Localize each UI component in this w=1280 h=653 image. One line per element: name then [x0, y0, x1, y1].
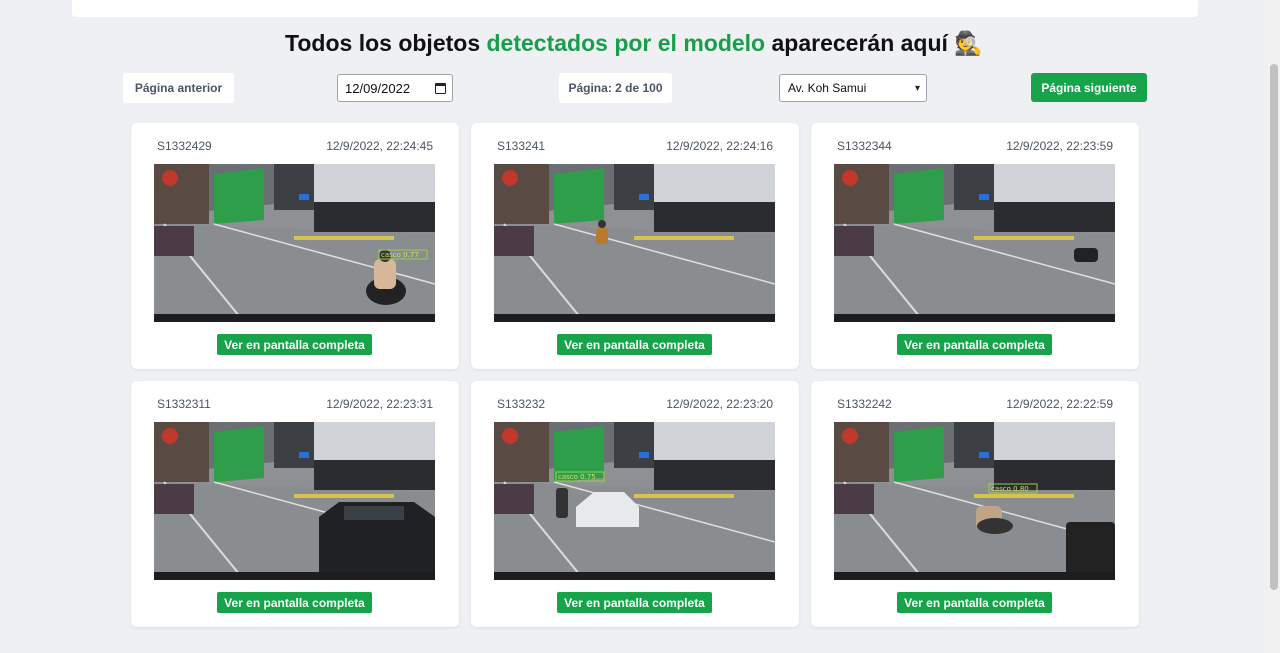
detection-id: S1332311 — [157, 397, 211, 411]
chevron-down-icon: ▾ — [914, 82, 920, 94]
next-page-button[interactable]: Página siguiente — [1031, 73, 1147, 102]
detective-icon: 🕵 — [954, 30, 983, 56]
view-fullscreen-button[interactable]: Ver en pantalla completa — [557, 334, 712, 355]
camera-snapshot-svg: casco 0.80 — [834, 422, 1115, 580]
detection-id: S133232 — [497, 397, 546, 411]
detection-card: S1332429 12/9/2022, 22:24:45 casco 0.77 Ver… — [131, 123, 459, 369]
calendar-icon[interactable] — [435, 82, 446, 94]
view-fullscreen-button[interactable]: Ver en pantalla completa — [217, 592, 372, 613]
detection-card: S133232 12/9/2022, 22:23:20 casco 0.75 Ver … — [471, 381, 799, 627]
svg-text:casco 0.80: casco 0.80 — [991, 485, 1029, 493]
svg-text:casco 0.77: casco 0.77 — [381, 251, 419, 259]
camera-snapshot-svg: casco 0.75 — [494, 422, 775, 580]
detection-card: S1332344 12/9/2022, 22:23:59 Ver en pantal… — [811, 123, 1139, 369]
svg-text:casco 0.75: casco 0.75 — [558, 473, 596, 481]
suv-shape — [319, 502, 435, 572]
detection-timestamp: 12/9/2022, 22:23:59 — [1006, 139, 1113, 153]
view-fullscreen-button[interactable]: Ver en pantalla completa — [897, 334, 1052, 355]
detection-card: S1332242 12/9/2022, 22:22:59 casco 0.80 Ver… — [811, 381, 1139, 627]
title-text-start: Todos los objetos — [285, 30, 487, 56]
camera-snapshot-svg: casco 0.77 — [154, 164, 435, 322]
view-fullscreen-button[interactable]: Ver en pantalla completa — [217, 334, 372, 355]
date-value: 12/09/2022 — [345, 80, 411, 96]
detection-id: S1332344 — [837, 139, 892, 153]
detection-id: S1332429 — [157, 139, 212, 153]
page-title: Todos los objetos detectados por el mode… — [0, 30, 1268, 57]
detection-timestamp: 12/9/2022, 22:22:59 — [1006, 397, 1113, 411]
scrollbar-thumb[interactable] — [1270, 64, 1278, 590]
camera-snapshot-svg — [494, 164, 775, 322]
camera-snapshot: casco 0.77 — [154, 164, 435, 322]
detection-card: S1332311 12/9/2022, 22:23:31 Ver en pantal… — [131, 381, 459, 627]
camera-snapshot — [834, 164, 1115, 322]
detection-id: S1332242 — [837, 397, 892, 411]
title-highlight: detectados por el modelo — [486, 30, 766, 56]
previous-page-button[interactable]: Página anterior — [123, 73, 234, 103]
camera-snapshot — [154, 422, 435, 580]
camera-snapshot: casco 0.80 — [834, 422, 1115, 580]
detection-card: S133241 12/9/2022, 22:24:16 Ver en pantall… — [471, 123, 799, 369]
location-select[interactable]: Av. Koh Samui ▾ — [779, 74, 927, 102]
detection-timestamp: 12/9/2022, 22:23:31 — [326, 397, 433, 411]
detection-timestamp: 12/9/2022, 22:24:16 — [666, 139, 773, 153]
camera-snapshot — [494, 164, 775, 322]
motorbike-shape — [1074, 248, 1098, 262]
view-fullscreen-button[interactable]: Ver en pantalla completa — [897, 592, 1052, 613]
detection-id: S133241 — [497, 139, 546, 153]
camera-snapshot-svg — [834, 164, 1115, 322]
view-fullscreen-button[interactable]: Ver en pantalla completa — [557, 592, 712, 613]
top-bar — [72, 0, 1198, 17]
detection-timestamp: 12/9/2022, 22:24:45 — [326, 139, 433, 153]
date-picker-input[interactable]: 12/09/2022 — [337, 74, 453, 102]
location-selected-value: Av. Koh Samui — [788, 81, 867, 95]
title-text-end: aparecerán aquí — [765, 30, 948, 56]
camera-snapshot: casco 0.75 — [494, 422, 775, 580]
page-indicator: Página: 2 de 100 — [559, 73, 672, 103]
detection-timestamp: 12/9/2022, 22:23:20 — [666, 397, 773, 411]
camera-snapshot-svg — [154, 422, 435, 580]
scrollbar[interactable] — [1268, 0, 1280, 653]
